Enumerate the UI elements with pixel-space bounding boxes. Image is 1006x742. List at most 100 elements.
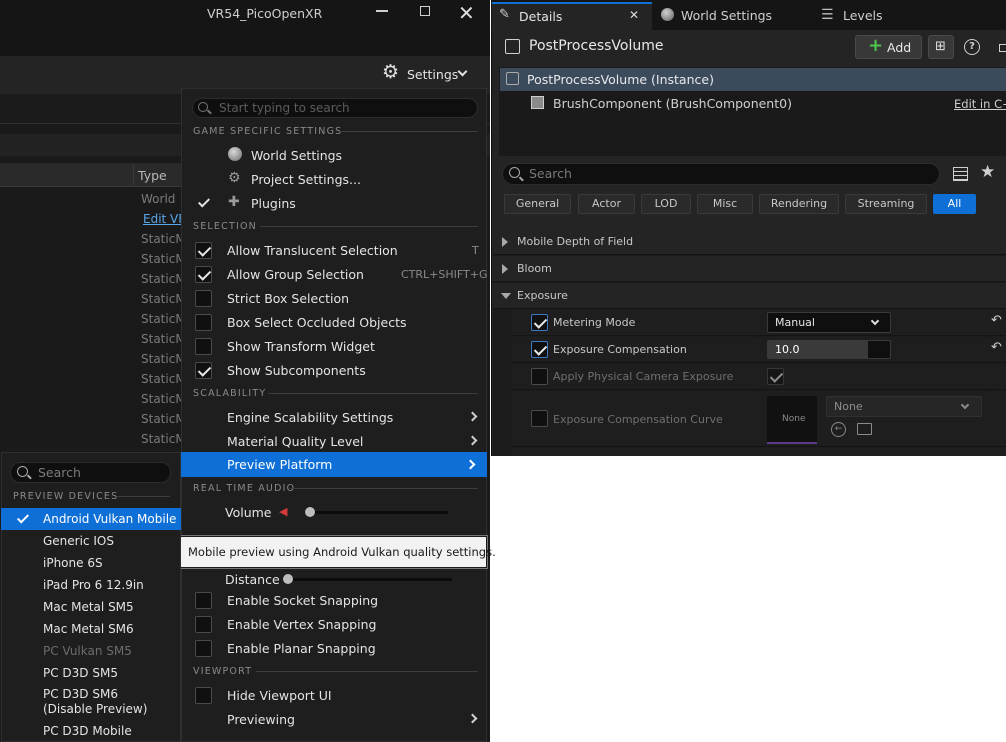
device-item[interactable]: Generic IOS [43, 534, 114, 548]
distance-slider-handle[interactable] [283, 574, 293, 584]
filter-streaming[interactable]: Streaming [845, 194, 927, 214]
search-placeholder: Search [529, 166, 572, 181]
use-selected-asset-icon[interactable]: ← [831, 422, 846, 437]
lock-icon[interactable] [999, 44, 1006, 52]
filter-misc[interactable]: Misc [697, 194, 753, 214]
strict-box-checkbox[interactable] [195, 290, 212, 307]
group-mobile-depth-of-field[interactable]: Mobile Depth of Field [493, 229, 1006, 255]
group-bloom[interactable]: Bloom [493, 256, 1006, 282]
metering-mode-dropdown[interactable]: Manual [767, 312, 891, 333]
vertex-snapping-checkbox[interactable] [195, 616, 212, 633]
details-search-input[interactable]: Search [502, 163, 940, 185]
filter-rendering[interactable]: Rendering [759, 194, 839, 214]
edit-in-cpp-link[interactable]: Edit in C+ [954, 97, 1006, 111]
brush-component-row[interactable]: BrushComponent (BrushComponent0) Edit in… [500, 92, 1006, 115]
curve-asset-dropdown[interactable]: None [826, 396, 982, 417]
chevron-down-icon [960, 400, 970, 410]
filter-all[interactable]: All [933, 194, 976, 214]
favorites-star-icon[interactable]: ★ [980, 162, 995, 182]
show-transform-checkbox[interactable] [195, 338, 212, 355]
group-exposure[interactable]: Exposure [493, 283, 1006, 309]
allow-group-checkbox[interactable] [195, 266, 212, 283]
device-item-selected[interactable]: Android Vulkan Mobile [1, 508, 181, 530]
socket-snapping-checkbox[interactable] [195, 592, 212, 609]
plugin-icon: ✚ [228, 194, 240, 210]
metering-mode-override-checkbox[interactable] [531, 314, 548, 331]
show-subcomponents-checkbox[interactable] [195, 362, 212, 379]
menu-item-material-quality[interactable]: Material Quality Level [227, 434, 363, 449]
planar-snapping-checkbox[interactable] [195, 640, 212, 657]
exposure-compensation-value: 10.0 [775, 343, 800, 356]
device-item[interactable]: Mac Metal SM5 [43, 600, 134, 614]
tab-world-settings[interactable]: World Settings [660, 6, 800, 26]
tooltip: Mobile preview using Android Vulkan qual… [178, 536, 496, 568]
device-item[interactable]: iPhone 6S [43, 556, 103, 570]
add-component-button[interactable]: + Add [855, 35, 922, 59]
filter-lod[interactable]: LOD [641, 194, 691, 214]
restore-icon[interactable] [420, 6, 430, 16]
comp-curve-override-checkbox[interactable] [531, 410, 548, 427]
blueprint-button[interactable]: ⊞ [928, 35, 954, 59]
settings-button[interactable]: ⚙ Settings [382, 61, 472, 86]
menu-item-allow-group[interactable]: Allow Group Selection [227, 267, 364, 282]
search-icon-handle [27, 474, 32, 480]
volume-slider[interactable] [306, 511, 448, 514]
menu-item-show-transform[interactable]: Show Transform Widget [227, 339, 375, 354]
preview-search-input[interactable]: Search [10, 462, 171, 483]
settings-search-input[interactable]: Start typing to search [192, 98, 478, 118]
menu-item-previewing[interactable]: Previewing [227, 712, 295, 727]
menu-item-preview-platform[interactable]: Preview Platform [181, 452, 487, 477]
reset-to-default-icon[interactable]: ↶ [991, 313, 1002, 328]
close-tab-icon[interactable]: ✕ [629, 8, 639, 22]
add-label: Add [887, 40, 912, 55]
menu-item-plugins[interactable]: Plugins [251, 196, 296, 211]
exposure-compensation-field[interactable]: 10.0 [767, 340, 891, 359]
help-icon[interactable]: ? [964, 39, 980, 55]
device-item[interactable]: PC D3D SM6 [43, 687, 118, 701]
menu-item-allow-translucent[interactable]: Allow Translucent Selection [227, 243, 398, 258]
distance-slider[interactable] [284, 578, 452, 581]
exposure-compensation-override-checkbox[interactable] [531, 341, 548, 358]
device-item[interactable]: iPad Pro 6 12.9in [43, 578, 144, 592]
tab-levels[interactable]: ☰ Levels [820, 6, 910, 26]
allow-translucent-checkbox[interactable] [195, 242, 212, 259]
device-item[interactable]: Mac Metal SM6 [43, 622, 134, 636]
reset-to-default-icon[interactable]: ↶ [991, 340, 1002, 355]
menu-item-vertex-snapping[interactable]: Enable Vertex Snapping [227, 617, 376, 632]
filter-actor[interactable]: Actor [578, 194, 635, 214]
search-placeholder: Start typing to search [219, 101, 350, 115]
filter-general[interactable]: General [504, 194, 571, 214]
distance-label: Distance [225, 572, 280, 587]
apply-physical-value-checkbox [767, 368, 784, 385]
menu-item-world-settings[interactable]: World Settings [251, 148, 342, 163]
menu-item-project-settings[interactable]: Project Settings... [251, 172, 361, 187]
device-item[interactable]: PC D3D SM5 [43, 666, 118, 680]
type-cell-link[interactable]: Edit VF [143, 212, 185, 226]
metering-mode-value: Manual [775, 316, 815, 329]
apply-physical-override-checkbox[interactable] [531, 368, 548, 385]
speaker-muted-icon[interactable]: ◀ [279, 505, 287, 518]
box-occluded-checkbox[interactable] [195, 314, 212, 331]
tooltip-text: Mobile preview using Android Vulkan qual… [188, 545, 496, 559]
minimize-button[interactable] [376, 10, 388, 12]
close-window-button[interactable]: ✕ [458, 1, 475, 25]
menu-item-engine-scalability[interactable]: Engine Scalability Settings [227, 410, 393, 425]
hide-viewport-checkbox[interactable] [195, 687, 212, 704]
volume-slider-handle[interactable] [305, 507, 315, 517]
device-item[interactable]: PC D3D Mobile [43, 724, 132, 738]
menu-item-strict-box[interactable]: Strict Box Selection [227, 291, 349, 306]
type-column-header[interactable]: Type [138, 168, 167, 183]
menu-item-show-subcomponents[interactable]: Show Subcomponents [227, 363, 366, 378]
table-view-icon[interactable] [953, 167, 968, 181]
menu-item-box-occluded[interactable]: Box Select Occluded Objects [227, 315, 406, 330]
menu-item-planar-snapping[interactable]: Enable Planar Snapping [227, 641, 376, 656]
menu-item-socket-snapping[interactable]: Enable Socket Snapping [227, 593, 378, 608]
browse-asset-icon[interactable] [857, 423, 872, 435]
section-selection: SELECTION [193, 221, 257, 232]
section-divider [116, 496, 170, 497]
group-label: Bloom [517, 262, 552, 275]
menu-item-hide-viewport[interactable]: Hide Viewport UI [227, 688, 332, 703]
tab-details[interactable]: ✎ Details ✕ [492, 2, 652, 30]
component-instance-row[interactable]: PostProcessVolume (Instance) [500, 68, 1006, 91]
shortcut-label: T [472, 244, 479, 257]
